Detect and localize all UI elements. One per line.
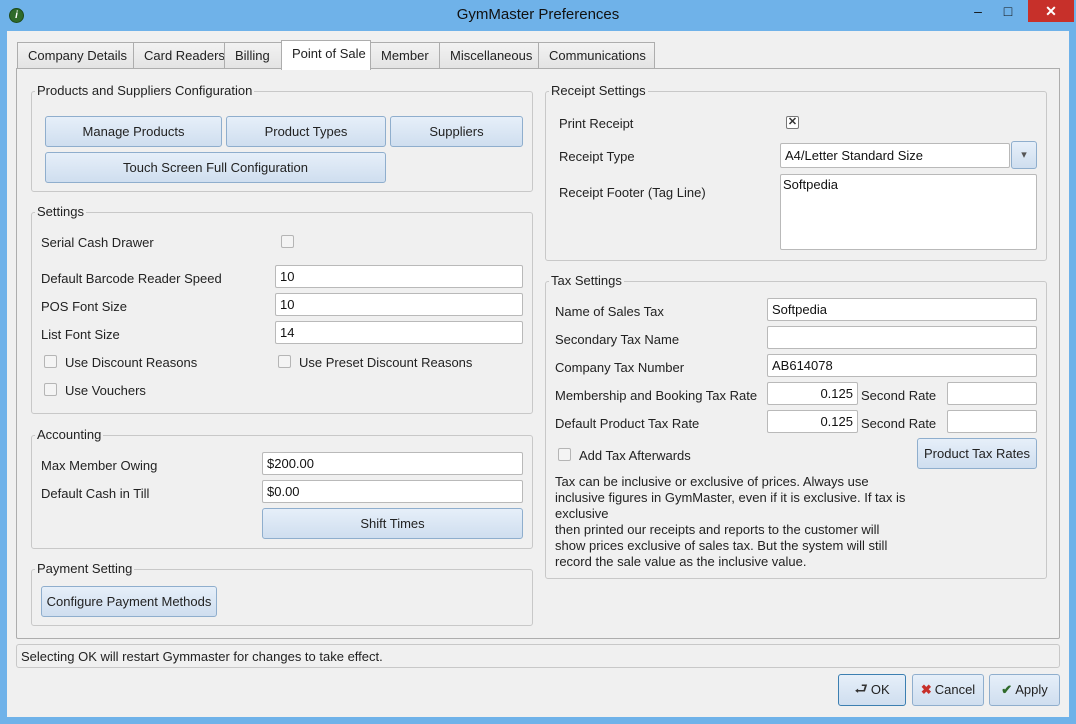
tab-member[interactable]: Member bbox=[370, 42, 440, 69]
add-tax-afterwards-checkbox[interactable] bbox=[558, 448, 571, 461]
receipt-footer-textarea[interactable]: Softpedia bbox=[780, 174, 1037, 250]
print-receipt-label: Print Receipt bbox=[559, 116, 634, 131]
tab-communications[interactable]: Communications bbox=[538, 42, 655, 69]
cancel-label: Cancel bbox=[934, 682, 976, 697]
tax-note-line: show prices exclusive of sales tax. But … bbox=[555, 538, 888, 553]
company-tax-number-label: Company Tax Number bbox=[555, 360, 685, 375]
pos-font-size-label: POS Font Size bbox=[41, 299, 127, 314]
secondary-tax-name-label: Secondary Tax Name bbox=[555, 332, 680, 347]
group-legend: Settings bbox=[35, 204, 86, 219]
dialog-client: Company Details Card Readers Billing Poi… bbox=[7, 31, 1069, 717]
tax-note-line: then printed our receipts and reports to… bbox=[555, 522, 880, 537]
receipt-type-select[interactable]: A4/Letter Standard Size bbox=[780, 143, 1010, 168]
use-preset-discount-reasons-checkbox[interactable] bbox=[278, 355, 291, 368]
use-discount-reasons-checkbox[interactable] bbox=[44, 355, 57, 368]
tab-card-readers[interactable]: Card Readers bbox=[133, 42, 225, 69]
print-receipt-checkbox[interactable]: ✕ bbox=[786, 116, 799, 129]
ok-arrow-icon: ⮐ bbox=[854, 681, 868, 698]
sales-tax-name-field[interactable]: Softpedia bbox=[767, 298, 1037, 321]
cancel-button[interactable]: ✖ Cancel bbox=[912, 674, 984, 706]
group-legend: Products and Suppliers Configuration bbox=[35, 83, 255, 98]
tab-billing[interactable]: Billing bbox=[224, 42, 282, 69]
minimize-button[interactable]: – bbox=[963, 0, 993, 22]
ok-button[interactable]: ⮐ OK bbox=[838, 674, 906, 706]
apply-button[interactable]: ✔ Apply bbox=[989, 674, 1060, 706]
secondary-tax-name-field[interactable] bbox=[767, 326, 1037, 349]
product-second-rate-label: Second Rate bbox=[861, 416, 937, 431]
shift-times-button[interactable]: Shift Times bbox=[262, 508, 523, 539]
membership-tax-rate-field[interactable]: 0.125 bbox=[767, 382, 858, 405]
suppliers-button[interactable]: Suppliers bbox=[390, 116, 523, 147]
receipt-settings-group: Receipt Settings Print Receipt ✕ Receipt… bbox=[545, 83, 1047, 261]
max-member-owing-label: Max Member Owing bbox=[41, 458, 158, 473]
close-button[interactable]: ✕ bbox=[1028, 0, 1074, 22]
product-types-button[interactable]: Product Types bbox=[226, 116, 386, 147]
group-legend: Tax Settings bbox=[549, 273, 624, 288]
checkmark-icon: ✔ bbox=[1001, 682, 1013, 697]
use-vouchers-label: Use Vouchers bbox=[65, 383, 146, 398]
product-tax-rate-label: Default Product Tax Rate bbox=[555, 416, 700, 431]
window-title: GymMaster Preferences bbox=[456, 6, 620, 23]
pos-font-size-field[interactable]: 10 bbox=[275, 293, 523, 316]
use-preset-discount-reasons-label: Use Preset Discount Reasons bbox=[299, 355, 473, 370]
membership-second-rate-label: Second Rate bbox=[861, 388, 937, 403]
list-font-size-label: List Font Size bbox=[41, 327, 120, 342]
cancel-x-icon: ✖ bbox=[920, 682, 932, 697]
list-font-size-field[interactable]: 14 bbox=[275, 321, 523, 344]
tab-point-of-sale[interactable]: Point of Sale bbox=[281, 40, 371, 70]
membership-tax-rate-label: Membership and Booking Tax Rate bbox=[555, 388, 758, 403]
group-legend: Receipt Settings bbox=[549, 83, 648, 98]
title-bar[interactable]: i GymMaster Preferences – □ ✕ bbox=[0, 0, 1076, 31]
configure-payment-methods-button[interactable]: Configure Payment Methods bbox=[41, 586, 217, 617]
status-bar: Selecting OK will restart Gymmaster for … bbox=[16, 644, 1060, 668]
settings-group: Settings Serial Cash Drawer Default Barc… bbox=[31, 204, 533, 414]
product-tax-rates-button[interactable]: Product Tax Rates bbox=[917, 438, 1037, 469]
products-suppliers-group: Products and Suppliers Configuration Man… bbox=[31, 83, 533, 192]
tab-company-details[interactable]: Company Details bbox=[17, 42, 134, 69]
product-second-rate-field[interactable] bbox=[947, 410, 1037, 433]
add-tax-afterwards-label: Add Tax Afterwards bbox=[579, 448, 691, 463]
barcode-speed-label: Default Barcode Reader Speed bbox=[41, 271, 222, 286]
tax-note-line: inclusive figures in GymMaster, even if … bbox=[555, 490, 906, 505]
max-member-owing-field[interactable]: $200.00 bbox=[262, 452, 523, 475]
receipt-type-label: Receipt Type bbox=[559, 149, 635, 164]
membership-second-rate-field[interactable] bbox=[947, 382, 1037, 405]
point-of-sale-panel: Products and Suppliers Configuration Man… bbox=[16, 68, 1060, 639]
group-legend: Accounting bbox=[35, 427, 104, 442]
use-vouchers-checkbox[interactable] bbox=[44, 383, 57, 396]
barcode-speed-field[interactable]: 10 bbox=[275, 265, 523, 288]
tax-note-line: record the sale value as the inclusive v… bbox=[555, 554, 807, 569]
serial-cash-drawer-checkbox[interactable] bbox=[281, 235, 294, 248]
sales-tax-name-label: Name of Sales Tax bbox=[555, 304, 664, 319]
serial-cash-drawer-label: Serial Cash Drawer bbox=[41, 235, 154, 250]
tax-settings-group: Tax Settings Name of Sales Tax Softpedia… bbox=[545, 273, 1047, 579]
default-cash-label: Default Cash in Till bbox=[41, 486, 150, 501]
apply-label: Apply bbox=[1015, 682, 1048, 697]
tax-note-line: exclusive bbox=[555, 506, 609, 521]
default-cash-field[interactable]: $0.00 bbox=[262, 480, 523, 503]
tax-note-line: Tax can be inclusive or exclusive of pri… bbox=[555, 474, 869, 489]
maximize-button[interactable]: □ bbox=[993, 0, 1023, 22]
tax-explanation-note: Tax can be inclusive or exclusive of pri… bbox=[555, 474, 915, 570]
receipt-footer-label: Receipt Footer (Tag Line) bbox=[559, 185, 706, 200]
manage-products-button[interactable]: Manage Products bbox=[45, 116, 222, 147]
payment-setting-group: Payment Setting Configure Payment Method… bbox=[31, 561, 533, 626]
preferences-window: i GymMaster Preferences – □ ✕ Company De… bbox=[0, 0, 1076, 724]
chevron-down-icon[interactable]: ▾ bbox=[1011, 141, 1037, 169]
use-discount-reasons-label: Use Discount Reasons bbox=[65, 355, 198, 370]
product-tax-rate-field[interactable]: 0.125 bbox=[767, 410, 858, 433]
group-legend: Payment Setting bbox=[35, 561, 135, 576]
ok-label: OK bbox=[870, 682, 890, 697]
company-tax-number-field[interactable]: AB614078 bbox=[767, 354, 1037, 377]
tab-miscellaneous[interactable]: Miscellaneous bbox=[439, 42, 539, 69]
touch-screen-config-button[interactable]: Touch Screen Full Configuration bbox=[45, 152, 386, 183]
accounting-group: Accounting Max Member Owing $200.00 Defa… bbox=[31, 427, 533, 549]
